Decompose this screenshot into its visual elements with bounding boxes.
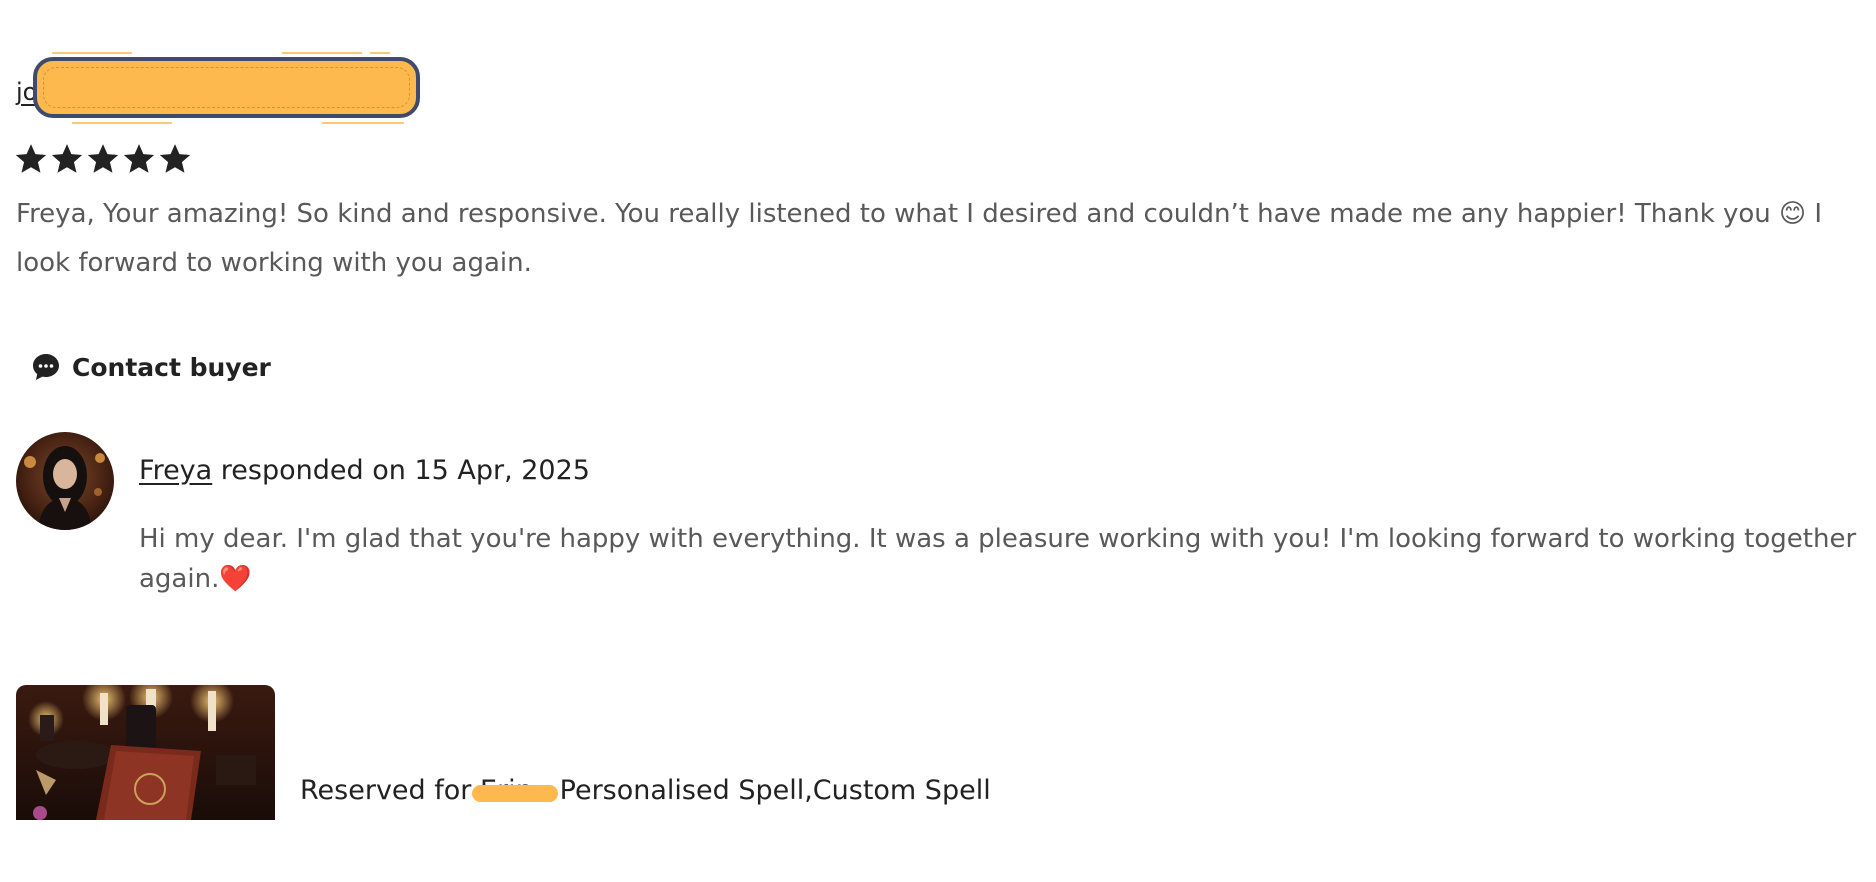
review-text: Freya, Your amazing! So kind and respons… xyxy=(16,199,1823,278)
listing-thumbnail[interactable] xyxy=(16,685,275,820)
seller-name-link[interactable]: Freya xyxy=(139,455,212,486)
listing-title-link[interactable]: Reserved for Erin - Personalised Spell,C… xyxy=(300,775,991,806)
response-header: Freya responded on 15 Apr, 2025 xyxy=(139,455,590,486)
star-icon xyxy=(15,144,47,173)
seller-avatar[interactable] xyxy=(16,432,114,530)
redaction-scribble xyxy=(72,122,172,124)
response-date-text: responded on 15 Apr, 2025 xyxy=(212,455,590,486)
redaction-scribble xyxy=(282,52,362,54)
contact-buyer-button[interactable]: Contact buyer xyxy=(30,351,271,383)
star-icon xyxy=(159,144,191,173)
reviewer-name-redaction xyxy=(33,57,420,118)
redaction-scribble xyxy=(52,52,132,54)
star-icon xyxy=(87,144,119,173)
buyer-name-redaction xyxy=(472,785,558,802)
redaction-scribble xyxy=(370,52,390,54)
star-icon xyxy=(123,144,155,173)
seller-response-text: Hi my dear. I'm glad that you're happy w… xyxy=(139,524,1857,594)
chat-bubble-icon xyxy=(33,354,59,380)
star-rating xyxy=(14,142,192,176)
contact-buyer-label: Contact buyer xyxy=(72,352,271,382)
redaction-scribble xyxy=(322,122,404,124)
star-icon xyxy=(51,144,83,173)
